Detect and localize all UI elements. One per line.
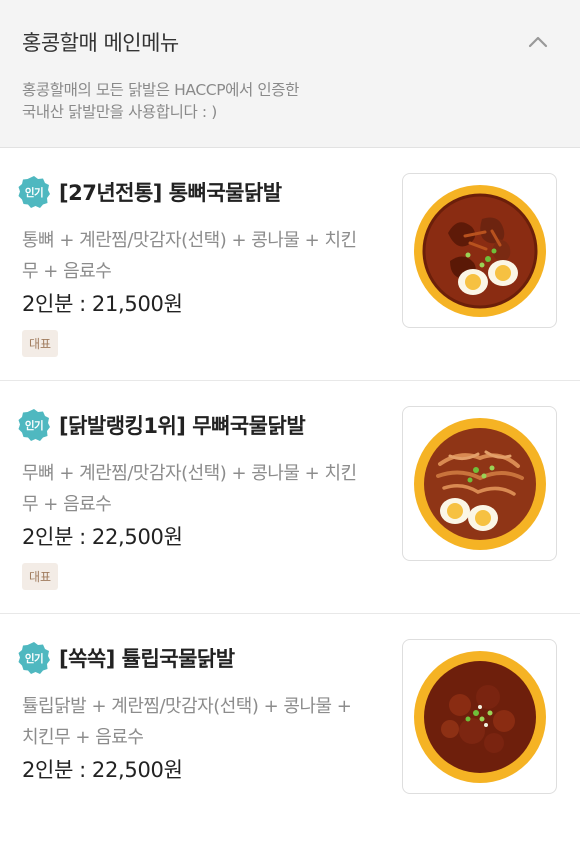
description-line-1: 홍콩할매의 모든 닭발은 HACCP에서 인증한 — [22, 81, 299, 99]
item-title-row: 인기 [쏙쏙] 튤립국물닭발 — [17, 641, 235, 675]
popular-badge: 인기 — [17, 641, 51, 675]
item-title-row: 인기 [닭발랭킹1위] 무뼈국물닭발 — [17, 408, 306, 442]
boneless-chicken-feet-soup-photo — [402, 406, 557, 561]
popular-badge: 인기 — [17, 408, 51, 442]
bone-in-chicken-feet-soup-photo — [402, 173, 557, 328]
menu-item-bone-in-soup[interactable]: 인기 [27년전통] 통뼈국물닭발 통뼈 + 계란찜/맛감자(선택) + 콩나물… — [0, 148, 580, 381]
item-name: [쏙쏙] 튤립국물닭발 — [59, 647, 235, 671]
item-description: 튤립닭발 + 계란찜/맛감자(선택) + 콩나물 + 치킨무 + 음료수 — [22, 696, 352, 748]
popular-badge: 인기 — [17, 175, 51, 209]
item-name: [닭발랭킹1위] 무뼈국물닭발 — [59, 414, 306, 438]
item-title-row: 인기 [27년전통] 통뼈국물닭발 — [17, 175, 282, 209]
item-name: [27년전통] 통뼈국물닭발 — [59, 181, 282, 205]
menu-section-header[interactable]: 홍콩할매 메인메뉴 홍콩할매의 모든 닭발은 HACCP에서 인증한 국내산 닭… — [0, 0, 580, 148]
menu-list: 인기 [27년전통] 통뼈국물닭발 통뼈 + 계란찜/맛감자(선택) + 콩나물… — [0, 148, 580, 847]
chevron-up-icon[interactable] — [526, 30, 550, 54]
item-description: 무뼈 + 계란찜/맛감자(선택) + 콩나물 + 치킨 무 + 음료수 — [22, 463, 357, 515]
menu-item-boneless-soup[interactable]: 인기 [닭발랭킹1위] 무뼈국물닭발 무뼈 + 계란찜/맛감자(선택) + 콩나… — [0, 381, 580, 614]
item-price: 2인분:22,500원 — [22, 758, 183, 782]
representative-tag: 대표 — [22, 563, 59, 590]
menu-item-tulip-soup[interactable]: 인기 [쏙쏙] 튤립국물닭발 튤립닭발 + 계란찜/맛감자(선택) + 콩나물 … — [0, 614, 580, 847]
description-line-2: 국내산 닭발만을 사용합니다 : ) — [22, 103, 217, 121]
item-description: 통뼈 + 계란찜/맛감자(선택) + 콩나물 + 치킨 무 + 음료수 — [22, 230, 357, 282]
section-title: 홍콩할매 메인메뉴 — [22, 31, 179, 55]
item-price: 2인분:22,500원 — [22, 525, 183, 549]
section-description: 홍콩할매의 모든 닭발은 HACCP에서 인증한 국내산 닭발만을 사용합니다 … — [22, 79, 299, 123]
tulip-chicken-feet-soup-photo — [402, 639, 557, 794]
item-price: 2인분:21,500원 — [22, 292, 183, 316]
representative-tag: 대표 — [22, 330, 59, 357]
